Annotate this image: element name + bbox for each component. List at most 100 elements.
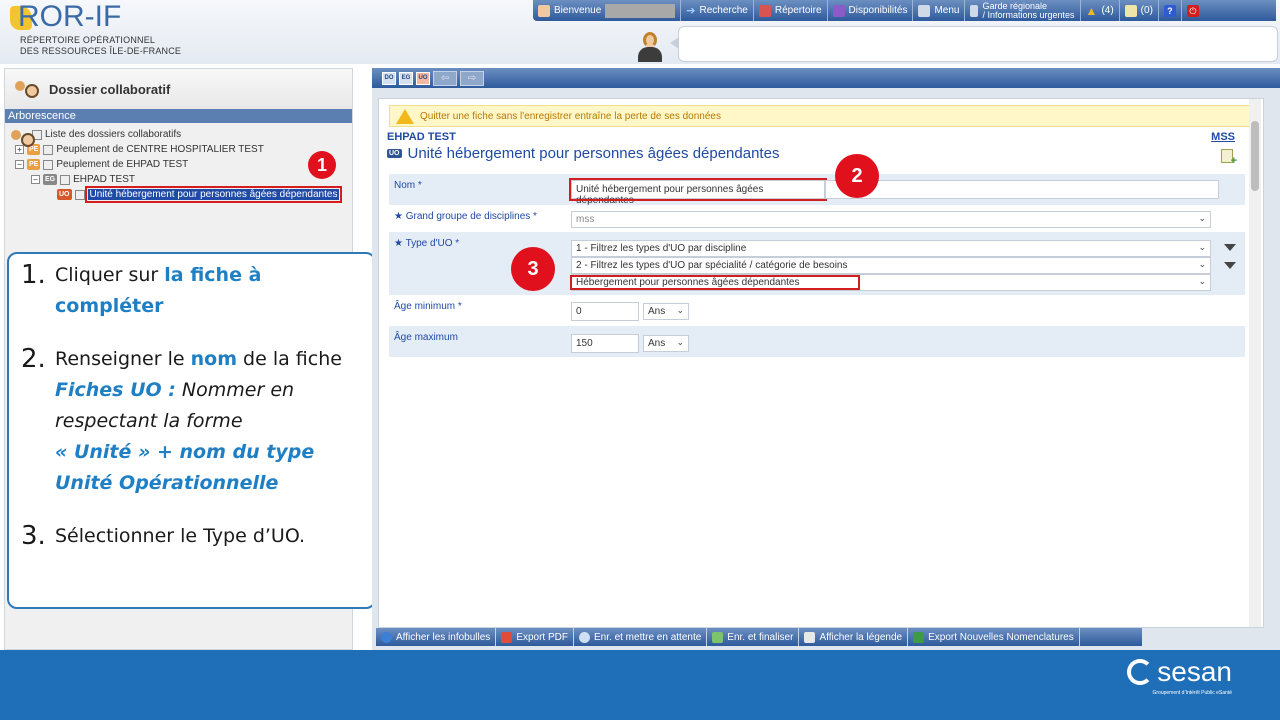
sesan-tagline: Groupement d’Intérêt Public eSanté	[1152, 690, 1233, 696]
nom-input[interactable]: Unité hébergement pour personnes âgées d…	[569, 178, 827, 206]
step-number: 2.	[21, 344, 46, 374]
nav-availability-label: Disponibilités	[848, 5, 908, 16]
do-badge-button[interactable]: DO	[382, 71, 396, 85]
chevron-down-icon: ⌄	[1198, 213, 1206, 223]
folder-icon: PE	[27, 159, 41, 170]
nav-garde[interactable]: Garde régionale / Informations urgentes	[965, 0, 1081, 21]
step-number: 1.	[21, 260, 46, 290]
filter-funnel-icon[interactable]	[1224, 262, 1236, 269]
nav-alerts[interactable]: ▲ (4)	[1081, 0, 1120, 21]
export-pdf-button[interactable]: Export PDF	[496, 628, 574, 646]
tree-selected-label[interactable]: Unité hébergement pour personnes âgées d…	[84, 186, 343, 203]
nav-help[interactable]: ?	[1159, 0, 1182, 21]
logo-subtitle-2: DES RESSOURCES ÎLE-DE-FRANCE	[20, 46, 182, 56]
people-icon	[13, 78, 39, 100]
check-icon	[712, 631, 724, 643]
action-bar: Afficher les infobulles Export PDF Enr. …	[376, 628, 1142, 646]
age-min-unit-select[interactable]: Ans ⌄	[643, 303, 689, 320]
tree-node-ehpad[interactable]: − PE Peuplement de EHPAD TEST	[9, 157, 352, 172]
nav-availability[interactable]: Disponibilités	[828, 0, 914, 21]
type-uo-filter-discipline[interactable]: 1 - Filtrez les types d'UO par disciplin…	[571, 240, 1211, 257]
left-panel-title-text: Dossier collaboratif	[49, 81, 171, 97]
nav-garde-label: Garde régionale / Informations urgentes	[982, 1, 1075, 20]
collapse-toggle-icon[interactable]: −	[31, 175, 40, 184]
uo-badge-button[interactable]: UO	[416, 71, 430, 85]
instructions-callout: 1. Cliquer sur la fiche à compléter 2. R…	[7, 252, 376, 609]
tree-checkbox[interactable]	[43, 144, 54, 155]
filter-funnel-icon[interactable]	[1224, 244, 1236, 251]
document-icon	[804, 631, 816, 643]
chevron-down-icon: ⌄	[676, 337, 684, 347]
left-panel-title: Dossier collaboratif	[5, 69, 352, 109]
nav-welcome[interactable]: Bienvenue	[533, 0, 682, 21]
tree-node-selected-uo[interactable]: UO Unité hébergement pour personnes âgée…	[9, 186, 352, 203]
show-tooltips-button[interactable]: Afficher les infobulles	[376, 628, 497, 646]
logo-brand: ROR-IF	[18, 0, 122, 33]
unsaved-warning: Quitter une fiche sans l'enregistrer ent…	[389, 105, 1255, 127]
nav-logout[interactable]: ⏻	[1182, 0, 1204, 21]
field-age-max: Âge maximum	[389, 326, 1245, 357]
save-finish-button[interactable]: Enr. et finaliser	[707, 628, 800, 646]
nav-directory-label: Répertoire	[774, 5, 822, 16]
tree-checkbox[interactable]	[43, 159, 54, 170]
eg-badge-button[interactable]: EG	[399, 71, 413, 85]
instruction-step-3: 3. Sélectionner le Type d’UO.	[21, 521, 364, 552]
type-uo-select[interactable]: Hébergement pour personnes âgées dépenda…	[570, 274, 1211, 291]
step-text: Renseigner le nom de la fiche Fiches UO :…	[55, 344, 355, 499]
tree-node-ehpad-test-label: EHPAD TEST	[73, 174, 135, 185]
mss-link[interactable]: MSS	[1211, 131, 1235, 143]
form-scrollbar[interactable]	[1249, 99, 1261, 627]
step-text: Cliquer sur la fiche à compléter	[55, 260, 355, 322]
warning-icon	[396, 108, 414, 124]
show-legend-button[interactable]: Afficher la légende	[799, 628, 909, 646]
step3-text: Sélectionner le Type d’UO.	[55, 525, 306, 547]
people-icon	[9, 127, 35, 147]
form-area: Quitter une fiche sans l'enregistrer ent…	[378, 98, 1264, 628]
age-max-unit: Ans	[648, 338, 666, 349]
export-pdf-label: Export PDF	[516, 631, 568, 643]
type-uo-filter-specialite[interactable]: 2 - Filtrez les types d'UO par spécialit…	[571, 257, 1211, 274]
nav-menu[interactable]: Menu	[913, 0, 966, 21]
back-arrow-icon[interactable]: ⇦	[433, 70, 457, 86]
tree-node-ch[interactable]: + PE Peuplement de CENTRE HOSPITALIER TE…	[9, 142, 352, 157]
tree: Liste des dossiers collaboratifs + PE Pe…	[5, 123, 352, 203]
uo-badge-icon: UO	[57, 189, 72, 200]
garde-line-2: / Informations urgentes	[982, 9, 1075, 20]
forward-arrow-icon[interactable]: ⇨	[460, 70, 484, 86]
clock-icon	[579, 631, 590, 643]
age-min-input[interactable]: 0	[571, 302, 639, 321]
save-wait-label: Enr. et mettre en attente	[594, 631, 702, 643]
age-min-unit: Ans	[648, 306, 666, 317]
nav-search[interactable]: ➔ Recherche	[681, 0, 754, 21]
nav-menu-label: Menu	[934, 5, 960, 16]
add-document-icon[interactable]	[1221, 149, 1237, 167]
ror-if-logo[interactable]: ROR-IF RÉPERTOIRE OPÉRATIONNEL DES RESSO…	[6, 0, 196, 60]
logo-subtitle-1: RÉPERTOIRE OPÉRATIONNEL	[20, 35, 156, 45]
grand-groupe-select[interactable]: mss ⌄	[571, 211, 1211, 228]
age-max-unit-select[interactable]: Ans ⌄	[643, 335, 689, 352]
instruction-step-2: 2. Renseigner le nom de la fiche Fiches U…	[21, 344, 364, 499]
username-redacted	[605, 3, 676, 18]
age-max-input[interactable]: 150	[571, 334, 639, 353]
tree-checkbox[interactable]	[74, 189, 85, 200]
save-finish-label: Enr. et finaliser	[727, 631, 794, 643]
tree-node-ehpad-label: Peuplement de EHPAD TEST	[56, 159, 189, 170]
app-header: ROR-IF RÉPERTOIRE OPÉRATIONNEL DES RESSO…	[0, 0, 1280, 64]
scrollbar-thumb[interactable]	[1251, 121, 1259, 191]
save-wait-button[interactable]: Enr. et mettre en attente	[574, 628, 708, 646]
tree-root[interactable]: Liste des dossiers collaboratifs	[9, 127, 352, 147]
collapse-toggle-icon[interactable]: −	[15, 160, 24, 169]
type-uo-value: Hébergement pour personnes âgées dépenda…	[570, 275, 860, 290]
tree-node-ehpad-test[interactable]: − EG EHPAD TEST	[9, 172, 352, 187]
nav-messages[interactable]: (0)	[1120, 0, 1159, 21]
nav-directory[interactable]: Répertoire	[754, 0, 828, 21]
expand-toggle-icon[interactable]: +	[15, 145, 24, 154]
tree-checkbox[interactable]	[60, 174, 71, 185]
chevron-down-icon: ⌄	[676, 305, 684, 315]
step-badge-1: 1	[308, 151, 336, 179]
grand-groupe-value: mss	[576, 214, 595, 225]
export-nomenclatures-button[interactable]: Export Nouvelles Nomenclatures	[908, 628, 1080, 646]
unit-title: UO Unité hébergement pour personnes âgée…	[387, 145, 779, 162]
nom-input-extension[interactable]	[825, 180, 1219, 199]
type-uo-label-text: Type d'UO *	[405, 238, 460, 249]
